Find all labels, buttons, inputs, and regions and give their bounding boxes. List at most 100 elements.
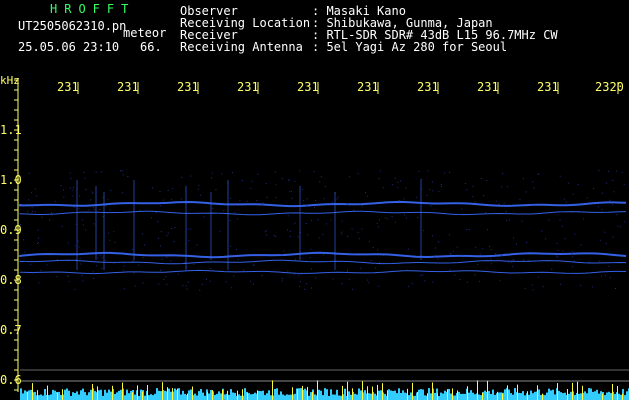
- noise-pixel: [503, 202, 505, 204]
- noise-pixel: [424, 280, 426, 282]
- noise-pixel: [265, 183, 267, 185]
- noise-bar: [470, 390, 472, 400]
- noise-pixel: [379, 170, 381, 172]
- noise-bar: [298, 388, 300, 400]
- meteor-bar: [212, 390, 213, 400]
- noise-bar: [402, 390, 404, 400]
- noise-bar: [260, 391, 262, 400]
- meteor-bar: [527, 391, 528, 400]
- noise-pixel: [299, 170, 301, 172]
- noise-bar: [492, 389, 494, 400]
- noise-bar: [606, 392, 608, 400]
- noise-pixel: [541, 230, 543, 232]
- noise-pixel: [127, 176, 129, 177]
- noise-pixel: [167, 232, 169, 234]
- noise-pixel: [93, 207, 94, 209]
- noise-pixel: [95, 171, 97, 173]
- noise-pixel: [103, 201, 105, 202]
- noise-pixel: [571, 252, 573, 254]
- noise-pixel: [346, 203, 348, 205]
- noise-pixel: [405, 187, 407, 189]
- meteor-bar: [142, 391, 143, 400]
- noise-pixel: [392, 184, 394, 186]
- noise-pixel: [612, 204, 614, 206]
- noise-bar: [540, 394, 542, 400]
- noise-bar: [484, 390, 486, 400]
- noise-bar: [318, 389, 320, 400]
- noise-pixel: [560, 283, 562, 285]
- noise-pixel: [217, 212, 219, 214]
- meteor-bar: [27, 391, 28, 400]
- app-title: HROFFT: [50, 2, 136, 16]
- meteor-bar: [507, 385, 508, 400]
- noise-pixel: [468, 229, 470, 230]
- carrier-band: [19, 251, 627, 259]
- noise-bar: [44, 389, 46, 400]
- noise-bar: [454, 395, 456, 400]
- noise-pixel: [429, 189, 431, 190]
- noise-pixel: [341, 283, 343, 285]
- noise-pixel: [31, 207, 33, 209]
- noise-pixel: [621, 171, 623, 173]
- noise-bar: [38, 395, 40, 400]
- noise-pixel: [612, 180, 614, 181]
- noise-bar: [290, 394, 292, 400]
- noise-pixel: [166, 235, 168, 237]
- noise-pixel: [281, 280, 283, 282]
- noise-bar: [422, 389, 424, 400]
- noise-pixel: [275, 236, 277, 237]
- noise-pixel: [124, 262, 126, 264]
- noise-pixel: [449, 171, 451, 173]
- noise-pixel: [233, 275, 235, 277]
- noise-pixel: [171, 228, 172, 229]
- noise-bar: [204, 395, 206, 400]
- noise-bar: [392, 391, 394, 400]
- noise-bar: [240, 395, 242, 400]
- noise-bar: [336, 389, 338, 400]
- noise-bar: [102, 395, 104, 400]
- noise-pixel: [51, 214, 53, 216]
- noise-pixel: [341, 220, 343, 222]
- noise-bar: [424, 395, 426, 400]
- noise-pixel: [504, 253, 506, 255]
- noise-pixel: [616, 170, 618, 172]
- noise-pixel: [406, 269, 408, 271]
- noise-pixel: [251, 180, 253, 182]
- noise-pixel: [454, 274, 456, 276]
- noise-pixel: [426, 194, 428, 196]
- noise-pixel: [69, 187, 71, 189]
- noise-pixel: [318, 237, 320, 239]
- meteor-bar: [297, 388, 298, 400]
- noise-pixel: [361, 205, 363, 207]
- meteor-bar: [62, 389, 63, 400]
- noise-pixel: [387, 218, 389, 220]
- noise-pixel: [507, 186, 509, 188]
- noise-pixel: [513, 237, 515, 239]
- noise-pixel: [548, 219, 550, 221]
- noise-bar: [40, 394, 42, 400]
- noise-pixel: [24, 251, 26, 253]
- carrier-band: [19, 259, 627, 265]
- noise-pixel: [341, 231, 343, 233]
- noise-pixel: [551, 268, 553, 270]
- noise-pixel: [452, 250, 454, 252]
- noise-pixel: [348, 278, 350, 280]
- noise-pixel: [123, 288, 125, 290]
- noise-pixel: [370, 260, 372, 262]
- noise-pixel: [521, 220, 523, 222]
- noise-bar: [398, 388, 400, 400]
- noise-bar: [58, 391, 60, 400]
- noise-pixel: [34, 188, 36, 190]
- noise-pixel: [56, 259, 58, 260]
- noise-pixel: [357, 172, 359, 174]
- noise-bar: [220, 393, 222, 400]
- noise-pixel: [319, 181, 321, 183]
- noise-pixel: [83, 171, 85, 173]
- noise-bar: [266, 393, 268, 400]
- noise-pixel: [361, 228, 363, 230]
- noise-pixel: [315, 200, 317, 202]
- meteor-bar: [447, 389, 448, 400]
- meteor-bar: [247, 393, 248, 400]
- noise-pixel: [332, 278, 334, 280]
- noise-pixel: [602, 192, 603, 194]
